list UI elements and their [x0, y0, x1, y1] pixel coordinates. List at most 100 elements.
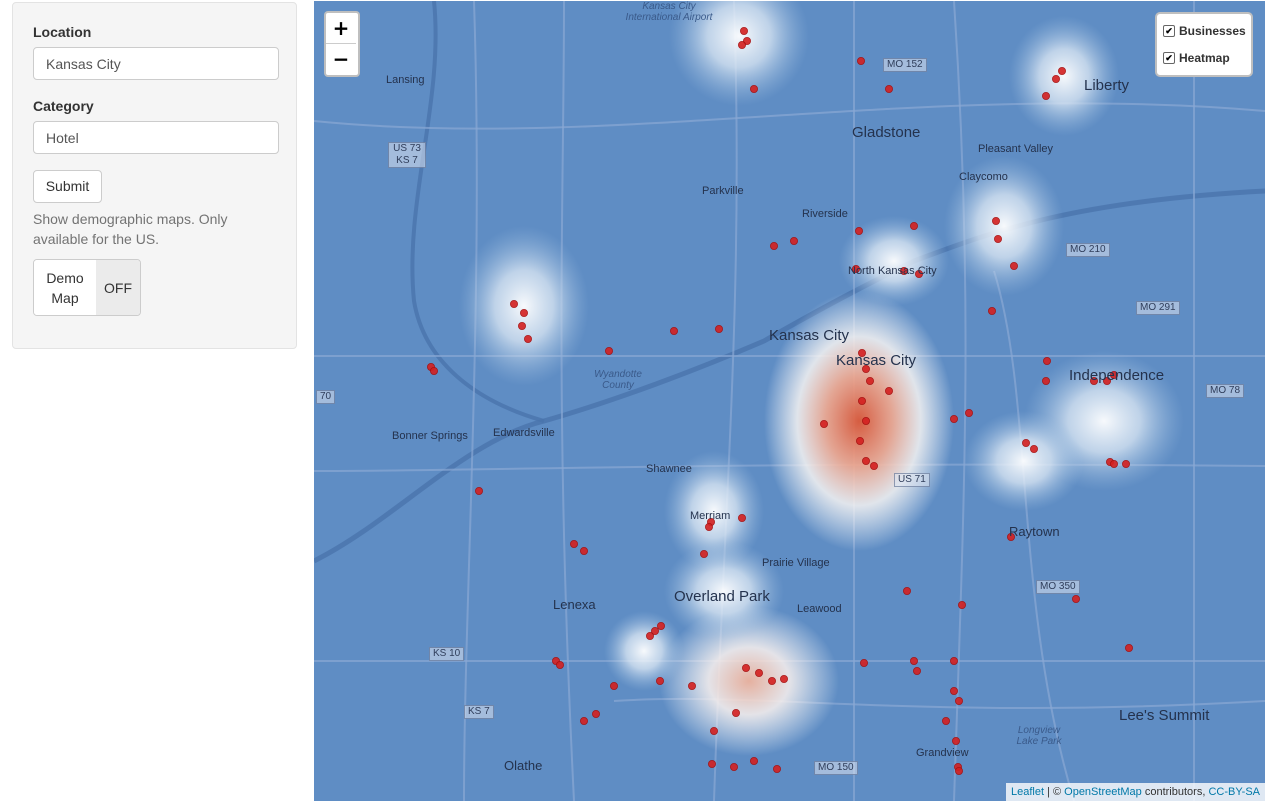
- business-marker[interactable]: [579, 547, 588, 556]
- business-marker[interactable]: [870, 461, 879, 470]
- place-label: Prairie Village: [762, 557, 830, 569]
- map-view[interactable]: Kansas City Kansas City North Kansas Cit…: [314, 1, 1265, 801]
- business-marker[interactable]: [604, 346, 613, 355]
- layers-control: ✔ Businesses ✔ Heatmap: [1155, 12, 1253, 77]
- business-marker[interactable]: [772, 765, 781, 774]
- business-marker[interactable]: [707, 760, 716, 769]
- business-marker[interactable]: [656, 622, 665, 631]
- business-marker[interactable]: [709, 727, 718, 736]
- business-marker[interactable]: [952, 737, 961, 746]
- business-marker[interactable]: [965, 408, 974, 417]
- business-marker[interactable]: [569, 540, 578, 549]
- business-marker[interactable]: [992, 216, 1001, 225]
- business-marker[interactable]: [519, 308, 528, 317]
- category-input[interactable]: [33, 121, 279, 154]
- business-marker[interactable]: [950, 687, 959, 696]
- business-marker[interactable]: [737, 41, 746, 50]
- business-marker[interactable]: [779, 675, 788, 684]
- business-marker[interactable]: [1022, 438, 1031, 447]
- osm-link[interactable]: OpenStreetMap: [1064, 786, 1142, 798]
- business-marker[interactable]: [1010, 261, 1019, 270]
- business-marker[interactable]: [655, 677, 664, 686]
- submit-button[interactable]: Submit: [33, 170, 102, 203]
- business-marker[interactable]: [699, 550, 708, 559]
- business-marker[interactable]: [731, 709, 740, 718]
- business-marker[interactable]: [955, 697, 964, 706]
- business-marker[interactable]: [609, 682, 618, 691]
- business-marker[interactable]: [1122, 459, 1131, 468]
- business-marker[interactable]: [555, 661, 564, 670]
- layer-businesses-toggle[interactable]: ✔ Businesses: [1163, 24, 1246, 38]
- business-marker[interactable]: [860, 659, 869, 668]
- place-label: Shawnee: [646, 463, 692, 475]
- business-marker[interactable]: [579, 717, 588, 726]
- business-marker[interactable]: [650, 627, 659, 636]
- business-marker[interactable]: [910, 221, 919, 230]
- business-marker[interactable]: [958, 601, 967, 610]
- business-marker[interactable]: [955, 767, 964, 776]
- business-marker[interactable]: [749, 85, 758, 94]
- business-marker[interactable]: [669, 326, 678, 335]
- license-link[interactable]: CC-BY-SA: [1208, 786, 1260, 798]
- business-marker[interactable]: [430, 366, 439, 375]
- business-marker[interactable]: [1030, 444, 1039, 453]
- business-marker[interactable]: [856, 436, 865, 445]
- business-marker[interactable]: [789, 236, 798, 245]
- leaflet-link[interactable]: Leaflet: [1011, 786, 1044, 798]
- business-marker[interactable]: [517, 321, 526, 330]
- business-marker[interactable]: [509, 299, 518, 308]
- business-marker[interactable]: [866, 376, 875, 385]
- route-shield: US 73 KS 7: [388, 142, 426, 168]
- place-label: Longview Lake Park: [1016, 725, 1062, 747]
- business-marker[interactable]: [591, 710, 600, 719]
- business-marker[interactable]: [704, 523, 713, 532]
- business-marker[interactable]: [767, 677, 776, 686]
- business-marker[interactable]: [857, 57, 866, 66]
- business-marker[interactable]: [855, 226, 864, 235]
- business-marker[interactable]: [1042, 376, 1051, 385]
- business-marker[interactable]: [885, 85, 894, 94]
- business-marker[interactable]: [741, 664, 750, 673]
- business-marker[interactable]: [1042, 92, 1051, 101]
- business-marker[interactable]: [903, 587, 912, 596]
- business-marker[interactable]: [1072, 595, 1081, 604]
- business-marker[interactable]: [858, 396, 867, 405]
- toggle-off-label: OFF: [96, 260, 140, 315]
- business-marker[interactable]: [769, 241, 778, 250]
- business-marker[interactable]: [950, 414, 959, 423]
- business-marker[interactable]: [913, 667, 922, 676]
- business-marker[interactable]: [1058, 67, 1067, 76]
- checkbox-icon[interactable]: ✔: [1163, 25, 1175, 37]
- zoom-out-button[interactable]: −: [326, 44, 356, 74]
- business-marker[interactable]: [1110, 459, 1119, 468]
- route-shield: KS 10: [429, 647, 465, 661]
- business-marker[interactable]: [910, 657, 919, 666]
- layer-heatmap-toggle[interactable]: ✔ Heatmap: [1163, 51, 1230, 65]
- business-marker[interactable]: [950, 657, 959, 666]
- business-marker[interactable]: [737, 514, 746, 523]
- business-marker[interactable]: [749, 757, 758, 766]
- business-marker[interactable]: [754, 669, 763, 678]
- business-marker[interactable]: [942, 717, 951, 726]
- business-marker[interactable]: [885, 386, 894, 395]
- business-marker[interactable]: [1052, 75, 1061, 84]
- business-marker[interactable]: [739, 26, 748, 35]
- business-marker[interactable]: [819, 419, 828, 428]
- heat-blob: [964, 411, 1084, 511]
- business-marker[interactable]: [714, 324, 723, 333]
- business-marker[interactable]: [523, 334, 532, 343]
- location-input[interactable]: [33, 47, 279, 80]
- map-canvas[interactable]: [314, 1, 1265, 801]
- checkbox-icon[interactable]: ✔: [1163, 52, 1175, 64]
- zoom-in-button[interactable]: +: [326, 13, 356, 44]
- business-marker[interactable]: [729, 763, 738, 772]
- business-marker[interactable]: [474, 486, 483, 495]
- business-marker[interactable]: [687, 682, 696, 691]
- business-marker[interactable]: [862, 416, 871, 425]
- business-marker[interactable]: [988, 306, 997, 315]
- business-marker[interactable]: [862, 456, 871, 465]
- business-marker[interactable]: [994, 234, 1003, 243]
- demo-map-toggle[interactable]: Demo Map OFF: [33, 259, 141, 316]
- business-marker[interactable]: [1125, 644, 1134, 653]
- business-marker[interactable]: [1043, 356, 1052, 365]
